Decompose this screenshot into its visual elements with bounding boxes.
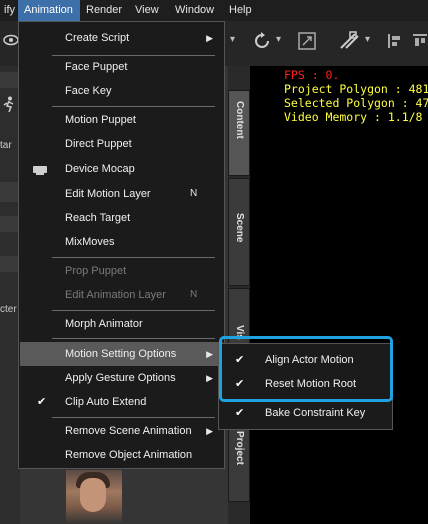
submenu-arrow-icon: ▶ bbox=[206, 373, 213, 383]
menu-item-label: Direct Puppet bbox=[65, 138, 132, 150]
scale-icon[interactable] bbox=[298, 32, 316, 54]
left-panel-fragment: cter bbox=[0, 304, 17, 315]
project-polygon-readout: Project Polygon : 481 bbox=[284, 82, 428, 96]
menu-item-label: Remove Object Animation bbox=[65, 449, 193, 461]
menu-item-motion-setting-options[interactable]: Motion Setting Options ▶ bbox=[20, 342, 223, 366]
menu-item-edit-animation-layer: Edit Animation Layer N bbox=[20, 283, 223, 307]
rotate-icon[interactable] bbox=[252, 31, 272, 55]
menu-separator bbox=[52, 338, 215, 339]
menu-item-label: Clip Auto Extend bbox=[65, 396, 147, 408]
menu-item-label: Motion Puppet bbox=[65, 114, 136, 126]
menu-item-clip-auto-extend[interactable]: ✔ Clip Auto Extend bbox=[20, 390, 223, 414]
menu-item-label: MixMoves bbox=[65, 236, 115, 248]
menu-item-prop-puppet: Prop Puppet bbox=[20, 259, 223, 283]
menu-animation[interactable]: Animation bbox=[18, 0, 80, 21]
menu-item-motion-puppet[interactable]: Motion Puppet bbox=[20, 108, 223, 132]
menu-item-mixmoves[interactable]: MixMoves bbox=[20, 230, 223, 254]
run-icon[interactable] bbox=[2, 96, 16, 115]
highlight-box bbox=[219, 336, 393, 402]
viewport[interactable]: FPS : 0. Project Polygon : 481 Selected … bbox=[250, 66, 428, 524]
menu-item-face-puppet[interactable]: Face Puppet bbox=[20, 55, 223, 79]
menu-item-remove-object-animation[interactable]: Remove Object Animation bbox=[20, 443, 223, 467]
left-panel-field[interactable] bbox=[0, 216, 20, 232]
align-left-icon[interactable] bbox=[387, 33, 403, 53]
menu-item-label: Device Mocap bbox=[65, 163, 135, 175]
menu-render[interactable]: Render bbox=[80, 0, 128, 21]
animation-menu: Create Script ▶ Face Puppet Face Key Mot… bbox=[18, 21, 225, 469]
selected-polygon-readout: Selected Polygon : 47 bbox=[284, 96, 428, 110]
fps-readout: FPS : 0. bbox=[284, 68, 340, 82]
menu-item-label: Morph Animator bbox=[65, 318, 143, 330]
device-icon bbox=[33, 166, 47, 175]
left-panel-header bbox=[0, 72, 20, 88]
menu-item-label: Prop Puppet bbox=[65, 265, 127, 277]
menu-item-edit-motion-layer[interactable]: Edit Motion Layer N bbox=[20, 182, 223, 206]
menu-item-face-key[interactable]: Face Key bbox=[20, 79, 223, 103]
left-panel-fragment: tar bbox=[0, 140, 12, 151]
tab-content-label: Content bbox=[234, 101, 245, 139]
video-memory-readout: Video Memory : 1.1/8 bbox=[284, 110, 423, 124]
menu-item-label: Apply Gesture Options bbox=[65, 372, 176, 384]
submenu-arrow-icon: ▶ bbox=[206, 349, 213, 359]
menu-item-morph-animator[interactable]: Morph Animator bbox=[20, 312, 223, 336]
menu-item-reach-target[interactable]: Reach Target bbox=[20, 206, 223, 230]
menu-item-shortcut: N bbox=[190, 188, 198, 199]
snap-icon[interactable] bbox=[338, 31, 360, 55]
menu-separator bbox=[52, 417, 215, 418]
left-panel-field[interactable] bbox=[0, 182, 20, 202]
thumbnail-face bbox=[80, 478, 106, 512]
menu-item-label: Motion Setting Options bbox=[65, 348, 177, 360]
menu-separator bbox=[52, 310, 215, 311]
menu-separator bbox=[52, 106, 215, 107]
chevron-down-icon[interactable]: ▾ bbox=[230, 34, 235, 45]
menu-view[interactable]: View bbox=[129, 0, 165, 21]
menu-item-label: Edit Motion Layer bbox=[65, 188, 151, 200]
menu-item-label: Edit Animation Layer bbox=[65, 289, 166, 301]
menu-item-label: Face Puppet bbox=[65, 61, 128, 73]
left-panel-field[interactable] bbox=[0, 256, 20, 272]
menu-help[interactable]: Help bbox=[223, 0, 258, 21]
menu-item-direct-puppet[interactable]: Direct Puppet bbox=[20, 132, 223, 156]
align-top-icon[interactable] bbox=[412, 33, 428, 53]
menu-item-create-script[interactable]: Create Script ▶ bbox=[20, 26, 223, 50]
left-panel: tar cter bbox=[0, 66, 20, 524]
menu-item-label: Reach Target bbox=[65, 212, 131, 224]
menu-window[interactable]: Window bbox=[169, 0, 220, 21]
tab-scene[interactable]: Scene bbox=[228, 178, 250, 286]
submenu-arrow-icon: ▶ bbox=[206, 426, 213, 436]
menu-item-label: Face Key bbox=[65, 85, 112, 97]
submenu-item-bake-constraint-key[interactable]: ✔ Bake Constraint Key bbox=[220, 401, 391, 425]
menu-item-label: Remove Scene Animation bbox=[65, 425, 192, 437]
chevron-down-icon[interactable]: ▾ bbox=[276, 34, 281, 45]
menu-item-remove-scene-animation[interactable]: Remove Scene Animation ▶ bbox=[20, 419, 223, 443]
checkmark-icon: ✔ bbox=[37, 396, 47, 408]
eye-icon[interactable] bbox=[3, 33, 19, 51]
submenu-arrow-icon: ▶ bbox=[206, 33, 213, 43]
menu-item-apply-gesture-options[interactable]: Apply Gesture Options ▶ bbox=[20, 366, 223, 390]
menu-separator bbox=[52, 257, 215, 258]
menu-item-shortcut: N bbox=[190, 289, 198, 300]
menu-item-device-mocap[interactable]: Device Mocap bbox=[20, 157, 223, 181]
menu-item-label: Create Script bbox=[65, 32, 130, 44]
vertical-tabs: Content Scene Vis Project bbox=[228, 66, 250, 524]
menu-bar: ify Animation Render View Window Help bbox=[0, 0, 428, 21]
actor-thumbnail[interactable] bbox=[66, 470, 122, 524]
menu-item-label: Bake Constraint Key bbox=[265, 407, 366, 419]
tab-scene-label: Scene bbox=[234, 213, 245, 243]
tab-project-label: Project bbox=[234, 431, 245, 465]
chevron-down-icon[interactable]: ▾ bbox=[365, 34, 370, 45]
tab-content[interactable]: Content bbox=[228, 90, 250, 176]
checkmark-icon: ✔ bbox=[235, 407, 245, 419]
